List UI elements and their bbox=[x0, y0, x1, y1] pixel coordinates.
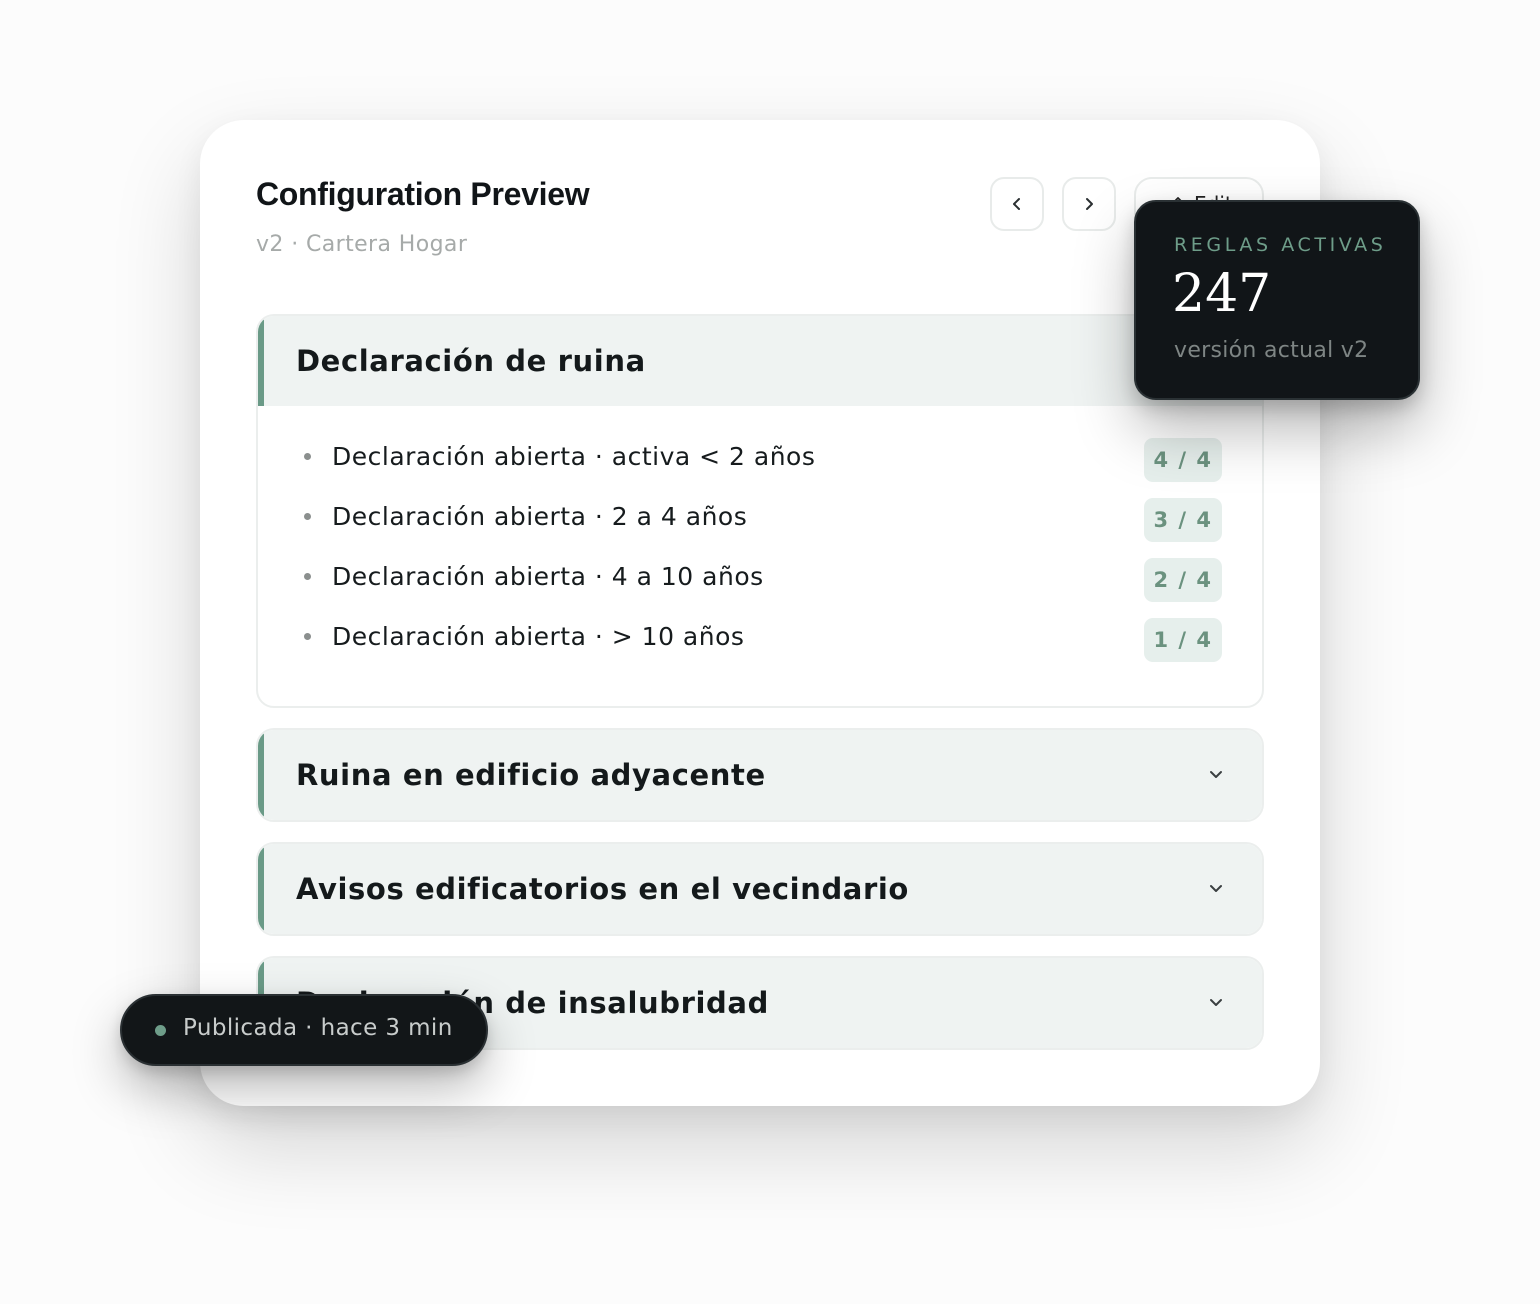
rule-label: Declaración abierta · 4 a 10 años bbox=[332, 562, 764, 591]
rule-list: Declaración abierta · activa < 2 años 4 … bbox=[258, 406, 1262, 688]
list-item: Declaración abierta · 4 a 10 años 2 / 4 bbox=[258, 548, 1262, 608]
score-badge: 2 / 4 bbox=[1144, 558, 1222, 602]
chevron-down-icon[interactable] bbox=[1206, 765, 1226, 785]
status-text: Publicada · hace 3 min bbox=[183, 1015, 453, 1041]
bullet-icon bbox=[304, 633, 311, 640]
score-badge: 1 / 4 bbox=[1144, 618, 1222, 662]
score-badge: 3 / 4 bbox=[1144, 498, 1222, 542]
section-title: Declaración de ruina bbox=[296, 344, 646, 378]
page-subtitle: v2 · Cartera Hogar bbox=[256, 232, 468, 257]
section-title: Avisos edificatorios en el vecindario bbox=[296, 872, 909, 906]
stat-caption: versión actual v2 bbox=[1174, 338, 1369, 363]
section-header[interactable]: Avisos edificatorios en el vecindario bbox=[258, 844, 1262, 934]
bullet-icon bbox=[304, 513, 311, 520]
bullet-icon bbox=[304, 573, 311, 580]
list-item: Declaración abierta · 2 a 4 años 3 / 4 bbox=[258, 488, 1262, 548]
chevron-right-icon bbox=[1086, 198, 1093, 210]
chevron-down-icon[interactable] bbox=[1206, 879, 1226, 899]
stat-label: REGLAS ACTIVAS bbox=[1174, 234, 1387, 256]
active-rules-card: REGLAS ACTIVAS 247 versión actual v2 bbox=[1134, 200, 1420, 400]
previous-button[interactable] bbox=[990, 177, 1044, 231]
section-ruina-en-edificio-adyacente[interactable]: Ruina en edificio adyacente bbox=[256, 728, 1264, 822]
list-item: Declaración abierta · activa < 2 años 4 … bbox=[258, 428, 1262, 488]
chevron-down-icon[interactable] bbox=[1206, 993, 1226, 1013]
list-item: Declaración abierta · > 10 años 1 / 4 bbox=[258, 608, 1262, 668]
section-title: Ruina en edificio adyacente bbox=[296, 758, 766, 792]
section-header[interactable]: Ruina en edificio adyacente bbox=[258, 730, 1262, 820]
section-avisos-edificatorios[interactable]: Avisos edificatorios en el vecindario bbox=[256, 842, 1264, 936]
status-dot-icon bbox=[155, 1025, 166, 1036]
rule-label: Declaración abierta · > 10 años bbox=[332, 622, 745, 651]
stat-value: 247 bbox=[1172, 264, 1272, 324]
rule-label: Declaración abierta · activa < 2 años bbox=[332, 442, 816, 471]
section-declaracion-de-ruina: Declaración de ruina Declaración abierta… bbox=[256, 314, 1264, 708]
section-header[interactable]: Declaración de ruina bbox=[258, 316, 1262, 406]
rule-label: Declaración abierta · 2 a 4 años bbox=[332, 502, 748, 531]
next-button[interactable] bbox=[1062, 177, 1116, 231]
chevron-left-icon bbox=[1013, 198, 1020, 210]
score-badge: 4 / 4 bbox=[1144, 438, 1222, 482]
bullet-icon bbox=[304, 453, 311, 460]
page-title: Configuration Preview bbox=[256, 176, 590, 212]
status-toast: Publicada · hace 3 min bbox=[120, 994, 488, 1066]
